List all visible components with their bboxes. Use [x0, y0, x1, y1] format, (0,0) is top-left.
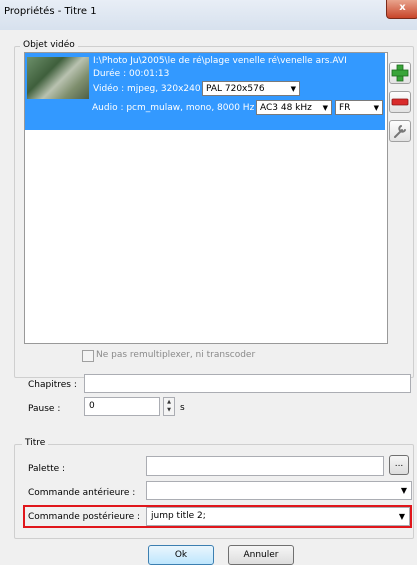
video-list-item[interactable]: I:\Photo Ju\2005\le de ré\plage venelle …	[25, 53, 385, 130]
post-command-value: jump title 2;	[151, 511, 206, 521]
pause-unit: s	[180, 403, 185, 413]
video-path: I:\Photo Ju\2005\le de ré\plage venelle …	[93, 56, 347, 66]
video-info: Vidéo : mjpeg, 320x240	[93, 84, 201, 94]
window-title: Propriétés - Titre 1	[4, 6, 97, 17]
post-command-label: Commande postérieure :	[28, 512, 141, 522]
video-duration: Durée : 00:01:13	[93, 69, 170, 79]
video-group-label: Objet vidéo	[20, 40, 78, 50]
pre-command-combo[interactable]: ▼	[146, 481, 412, 500]
title-group-label: Titre	[22, 438, 49, 448]
minus-icon	[391, 98, 409, 106]
no-remux-checkbox[interactable]	[82, 350, 94, 362]
edit-video-button[interactable]	[389, 120, 411, 142]
chevron-down-icon: ▼	[400, 486, 407, 495]
close-icon: x	[399, 2, 406, 13]
post-command-combo[interactable]: jump title 2; ▼	[146, 507, 410, 526]
audio-format-select[interactable]: AC3 48 kHz ▼	[256, 100, 332, 115]
chevron-down-icon: ▼	[373, 104, 379, 112]
palette-input[interactable]	[146, 456, 384, 476]
remove-video-button[interactable]	[389, 91, 411, 113]
wrench-icon	[394, 125, 406, 138]
ok-button[interactable]: Ok	[148, 545, 214, 565]
video-format-value: PAL 720x576	[206, 84, 265, 94]
audio-language-value: FR	[339, 103, 351, 113]
chevron-down-icon: ▼	[398, 512, 405, 521]
chevron-up-icon: ▲	[167, 399, 171, 405]
chevron-down-icon: ▼	[167, 407, 171, 413]
cancel-button[interactable]: Annuler	[228, 545, 294, 565]
chapters-label: Chapitres :	[28, 380, 77, 390]
palette-browse-button[interactable]: ...	[389, 455, 409, 475]
audio-format-value: AC3 48 kHz	[260, 103, 312, 113]
chapters-input[interactable]	[84, 374, 411, 393]
no-remux-label: Ne pas remultiplexer, ni transcoder	[96, 350, 256, 360]
title-bar: Propriétés - Titre 1	[0, 0, 417, 30]
pre-command-label: Commande antérieure :	[28, 488, 136, 498]
close-button[interactable]: x	[386, 0, 417, 19]
audio-language-select[interactable]: FR ▼	[335, 100, 383, 115]
pause-spinner[interactable]: ▲ ▼	[163, 397, 175, 416]
video-format-select[interactable]: PAL 720x576 ▼	[202, 81, 300, 96]
pause-input[interactable]: 0	[84, 397, 160, 416]
plus-icon	[391, 64, 409, 82]
video-thumbnail	[27, 57, 89, 99]
audio-info: Audio : pcm_mulaw, mono, 8000 Hz	[92, 103, 255, 113]
chevron-down-icon: ▼	[290, 85, 296, 93]
chevron-down-icon: ▼	[322, 104, 328, 112]
palette-label: Palette :	[28, 464, 66, 474]
pause-label: Pause :	[28, 404, 61, 414]
add-video-button[interactable]	[389, 62, 411, 84]
